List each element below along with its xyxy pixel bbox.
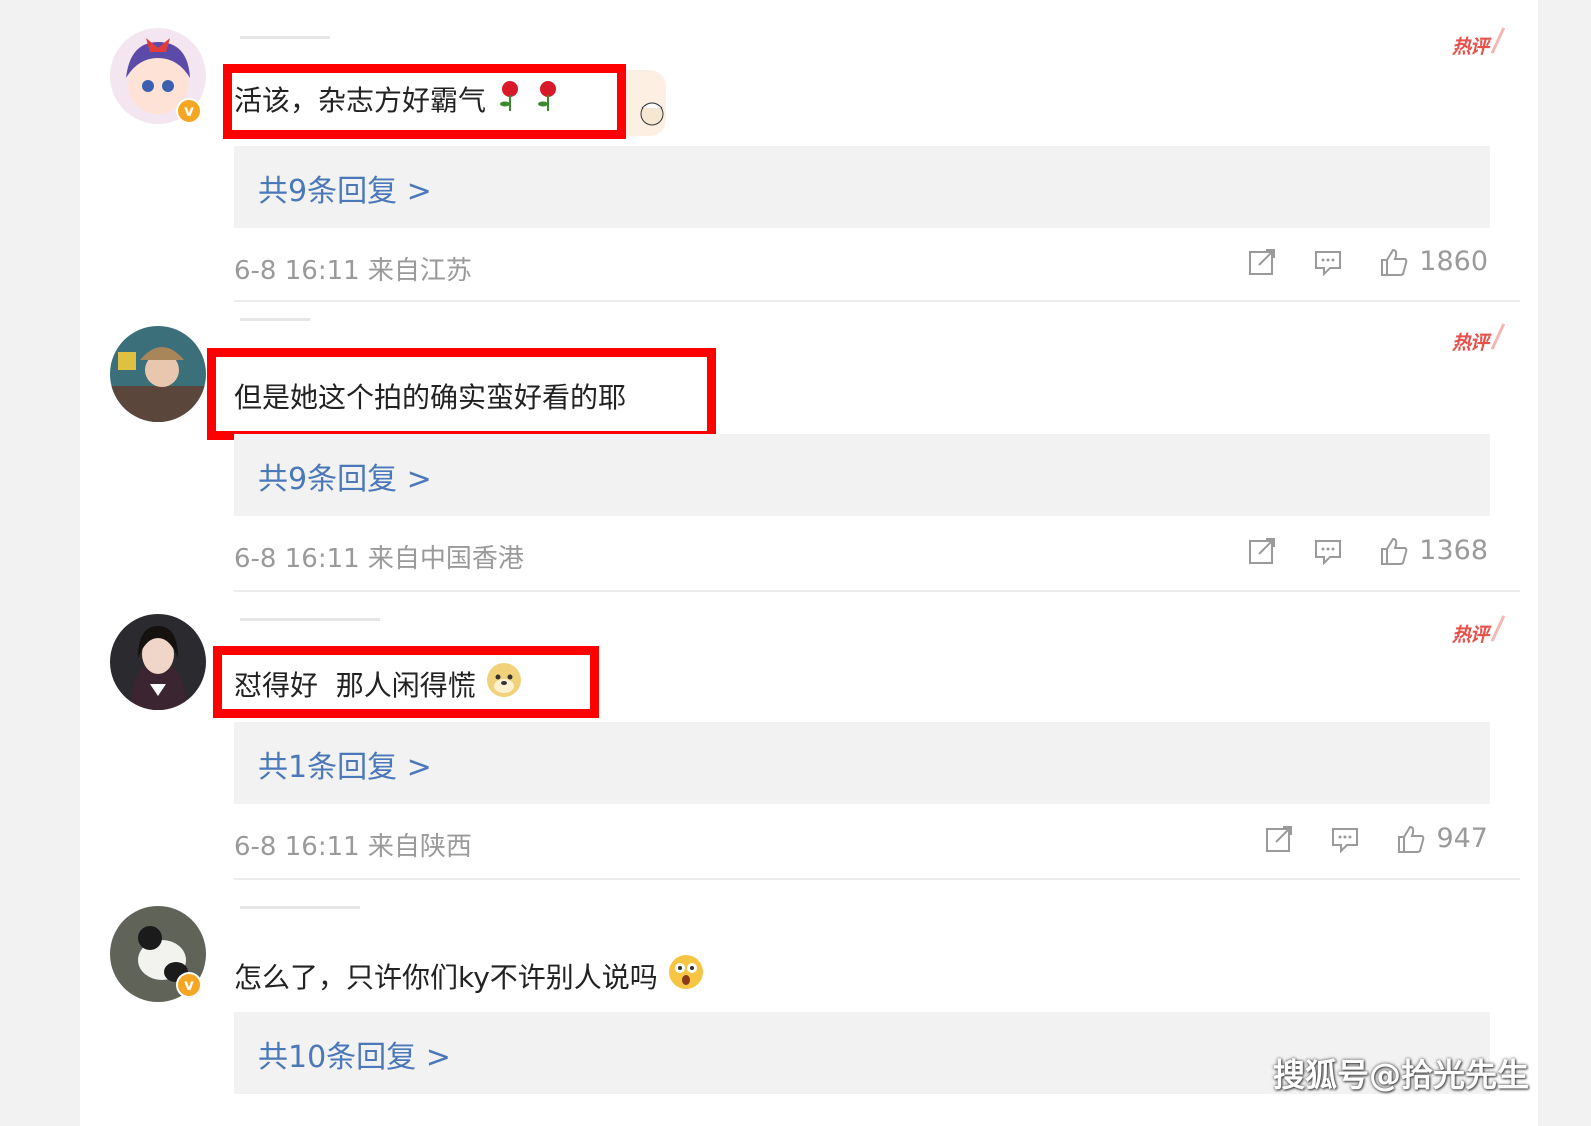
comment-item: 热评 怼得好 那人闲得慌 共1条回复 > 6-8 16:11 来自陕西 947	[80, 588, 1538, 884]
share-icon[interactable]	[1247, 536, 1277, 566]
comment-item: v 热评 活该，杂志方好霸气 共9条回复 > 6-8 16:11 来自江苏 18	[80, 0, 1538, 302]
comment-text-row: 但是她这个拍的确实蛮好看的耶	[234, 376, 626, 416]
comment-actions: 1368	[1247, 535, 1488, 566]
comment-item: 热评 但是她这个拍的确实蛮好看的耶 共9条回复 > 6-8 16:11 来自中国…	[80, 296, 1538, 592]
comment-icon[interactable]	[1313, 536, 1343, 566]
rose-icon	[534, 78, 562, 119]
like-count: 947	[1436, 823, 1488, 854]
comment-feed: v 热评 活该，杂志方好霸气 共9条回复 > 6-8 16:11 来自江苏 18	[80, 0, 1538, 1126]
username-placeholder	[240, 618, 380, 621]
doge-emoji-icon	[486, 662, 522, 705]
replies-label: 共10条回复 >	[258, 1040, 451, 1075]
thumbs-up-icon	[1398, 825, 1425, 853]
like-count: 1860	[1419, 246, 1488, 277]
username-placeholder	[240, 36, 330, 39]
replies-label: 共1条回复 >	[258, 750, 432, 785]
comment-meta: 6-8 16:11 来自陕西	[234, 832, 472, 862]
comment-meta: 6-8 16:11 来自中国香港	[234, 544, 524, 574]
share-icon[interactable]	[1264, 824, 1294, 854]
comment-text: 但是她这个拍的确实蛮好看的耶	[234, 381, 627, 414]
sticker-bubble	[626, 70, 666, 136]
view-replies-button[interactable]: 共9条回复 >	[234, 146, 1490, 228]
username-placeholder	[240, 906, 360, 909]
like-button[interactable]: 947	[1396, 823, 1488, 854]
replies-label: 共9条回复 >	[258, 174, 432, 209]
comment-text: 怎么了，只许你们ky不许别人说吗	[234, 960, 658, 994]
comment-text-row: 怼得好 那人闲得慌	[234, 662, 522, 705]
like-button[interactable]: 1368	[1379, 535, 1488, 566]
comment-text-row: 怎么了，只许你们ky不许别人说吗	[234, 954, 704, 997]
shocked-emoji-icon	[668, 954, 704, 997]
comment-text: 怼得好 那人闲得慌	[234, 668, 476, 702]
rose-icon	[496, 78, 524, 119]
view-replies-button[interactable]: 共9条回复 >	[234, 434, 1490, 516]
username-placeholder	[240, 318, 310, 321]
avatar[interactable]	[110, 326, 206, 422]
comment-actions: 1860	[1247, 246, 1488, 277]
hot-comment-badge: 热评	[1452, 328, 1489, 355]
verified-badge-icon: v	[176, 972, 202, 998]
replies-label: 共9条回复 >	[258, 462, 432, 497]
comment-icon[interactable]	[1313, 247, 1343, 277]
hot-comment-badge: 热评	[1452, 620, 1489, 647]
like-button[interactable]: 1860	[1379, 246, 1488, 277]
share-icon[interactable]	[1247, 247, 1277, 277]
watermark: 搜狐号@拾光先生	[1272, 1056, 1529, 1094]
hot-comment-badge: 热评	[1452, 32, 1489, 59]
comment-text: 活该，杂志方好霸气	[234, 83, 487, 117]
comment-actions: 947	[1264, 823, 1488, 854]
comment-text-row: 活该，杂志方好霸气	[234, 78, 562, 119]
like-count: 1368	[1419, 535, 1488, 566]
thumbs-up-icon	[1381, 248, 1408, 276]
thumbs-up-icon	[1381, 537, 1408, 565]
verified-badge-icon: v	[176, 98, 202, 124]
comment-meta: 6-8 16:11 来自江苏	[234, 256, 472, 286]
view-replies-button[interactable]: 共1条回复 >	[234, 722, 1490, 804]
avatar[interactable]	[110, 614, 206, 710]
comment-icon[interactable]	[1330, 824, 1360, 854]
